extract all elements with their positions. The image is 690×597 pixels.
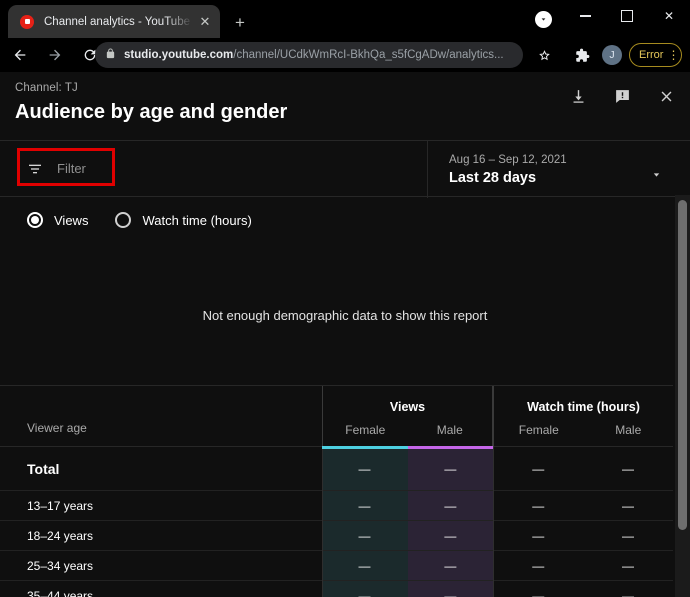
table-row: 25–34 years — — — — xyxy=(0,551,673,581)
cell-views-male: — xyxy=(444,461,457,476)
close-icon[interactable] xyxy=(654,84,678,108)
browser-window: Channel analytics - YouTube Stud ✕ + ✕ xyxy=(0,0,690,597)
filter-bar: Filter Aug 16 – Sep 12, 2021 Last 28 day… xyxy=(0,140,690,198)
url-text: studio.youtube.com/channel/UCdkWmRcI-Bkh… xyxy=(124,49,504,61)
cell-watch-time-female: — xyxy=(532,558,545,573)
radio-unselected-icon xyxy=(115,212,132,228)
male-accent-bar xyxy=(407,446,493,449)
column-header-watch-time-male: Male xyxy=(615,423,642,437)
chevron-down-icon[interactable] xyxy=(650,168,663,186)
cell-views-male: — xyxy=(444,498,457,513)
table-row-total: Total — — — — xyxy=(0,447,673,491)
cell-views-female: — xyxy=(358,588,371,597)
error-label: Error xyxy=(639,49,664,61)
table-body: Total — — — —13–17 years — — — —18–24 years — — — —2… xyxy=(0,447,673,597)
date-range-text: Aug 16 – Sep 12, 2021 xyxy=(449,153,567,166)
cell-viewer-age: 25–34 years xyxy=(27,558,94,573)
puzzle-icon[interactable] xyxy=(572,45,592,65)
table-header: Viewer age Views Female Male Watch time … xyxy=(0,385,673,448)
error-menu-button[interactable]: Error ⋮ xyxy=(629,43,683,67)
star-icon[interactable] xyxy=(534,45,554,65)
cell-views-female: — xyxy=(358,558,371,573)
date-range-preset: Last 28 days xyxy=(449,169,537,186)
empty-state-message: Not enough demographic data to show this… xyxy=(202,307,488,323)
female-accent-bar xyxy=(322,446,408,449)
column-header-watch-time-female: Female xyxy=(518,423,559,437)
table-row: 35–44 years — — — — xyxy=(0,581,673,597)
cell-watch-time-male: — xyxy=(622,498,635,513)
column-separator-left xyxy=(322,447,323,597)
cell-views-female: — xyxy=(358,528,371,543)
column-group-watch-time: Watch time (hours) Female Male xyxy=(493,386,673,448)
cell-watch-time-male: — xyxy=(622,588,635,597)
metric-toggle-group: Views Watch time (hours) xyxy=(0,197,690,243)
column-group-watch-time-title: Watch time (hours) xyxy=(527,400,640,414)
url-domain: studio.youtube.com xyxy=(124,49,234,61)
dialog-actions xyxy=(566,84,678,108)
cell-views-male: — xyxy=(444,558,457,573)
minimize-button[interactable] xyxy=(564,0,606,32)
column-group-views-title: Views xyxy=(389,400,426,414)
column-header-viewer-age: Viewer age xyxy=(27,421,87,435)
analytics-dialog: Channel: TJ Audience by age and gender F… xyxy=(0,72,690,597)
radio-watch-time-label: Watch time (hours) xyxy=(142,212,252,228)
cell-viewer-age: 18–24 years xyxy=(27,528,94,543)
table-row: 13–17 years — — — — xyxy=(0,491,673,521)
cell-watch-time-female: — xyxy=(532,498,545,513)
cell-viewer-age: 35–44 years xyxy=(27,588,94,597)
radio-watch-time[interactable]: Watch time (hours) xyxy=(115,212,252,228)
maximize-button[interactable] xyxy=(606,0,648,32)
filter-input-placeholder: Filter xyxy=(57,161,86,176)
column-header-views-female: Female xyxy=(345,423,386,437)
cell-viewer-age: Total xyxy=(27,460,60,477)
forward-icon[interactable] xyxy=(40,40,70,70)
feedback-icon[interactable] xyxy=(610,84,634,108)
browser-toolbar: studio.youtube.com/channel/UCdkWmRcI-Bkh… xyxy=(0,38,690,72)
page-scrollbar[interactable] xyxy=(675,195,690,597)
cell-watch-time-female: — xyxy=(532,588,545,597)
url-path: /channel/UCdkWmRcI-BkhQa_s5fCgADw/analyt… xyxy=(233,49,504,61)
dialog-header: Channel: TJ Audience by age and gender xyxy=(0,72,690,140)
date-range-selector[interactable]: Aug 16 – Sep 12, 2021 Last 28 days xyxy=(427,141,690,198)
cell-watch-time-female: — xyxy=(532,528,545,543)
address-bar[interactable]: studio.youtube.com/channel/UCdkWmRcI-Bkh… xyxy=(95,42,523,68)
cell-watch-time-male: — xyxy=(622,528,635,543)
cell-views-female: — xyxy=(358,498,371,513)
demographics-table: Viewer age Views Female Male Watch time … xyxy=(0,385,673,597)
cell-watch-time-male: — xyxy=(622,558,635,573)
tab-strip: Channel analytics - YouTube Stud ✕ + ✕ xyxy=(0,0,690,38)
table-row: 18–24 years — — — — xyxy=(0,521,673,551)
window-controls: ✕ xyxy=(564,0,690,38)
column-header-views-male: Male xyxy=(436,423,463,437)
lock-icon xyxy=(105,46,116,64)
scrollbar-thumb[interactable] xyxy=(678,200,687,530)
cell-views-female: — xyxy=(358,461,371,476)
kebab-menu-icon[interactable]: ⋮ xyxy=(667,49,679,61)
close-icon[interactable]: ✕ xyxy=(196,13,214,31)
youtube-icon xyxy=(20,14,34,29)
cell-watch-time-male: — xyxy=(622,461,635,476)
browser-tab[interactable]: Channel analytics - YouTube Stud ✕ xyxy=(8,5,220,38)
download-chevron-icon[interactable] xyxy=(535,11,552,28)
tab-title: Channel analytics - YouTube Stud xyxy=(44,15,196,28)
column-group-views: Views Female Male xyxy=(322,386,493,448)
cell-views-male: — xyxy=(444,528,457,543)
radio-views-label: Views xyxy=(54,212,89,228)
new-tab-button[interactable]: + xyxy=(228,10,252,34)
cell-views-male: — xyxy=(444,588,457,597)
cell-watch-time-female: — xyxy=(532,461,545,476)
avatar[interactable]: J xyxy=(602,45,622,65)
radio-selected-icon xyxy=(27,212,43,228)
download-icon[interactable] xyxy=(566,84,590,108)
back-icon[interactable] xyxy=(5,40,35,70)
filter-icon xyxy=(27,161,43,177)
filter-control: Filter xyxy=(17,147,115,186)
cell-viewer-age: 13–17 years xyxy=(27,498,94,513)
filter-button[interactable]: Filter xyxy=(17,152,100,186)
column-separator-right xyxy=(493,447,494,597)
radio-views[interactable]: Views xyxy=(27,212,88,228)
views-accent-underline xyxy=(322,446,493,449)
window-close-button[interactable]: ✕ xyxy=(648,0,690,32)
